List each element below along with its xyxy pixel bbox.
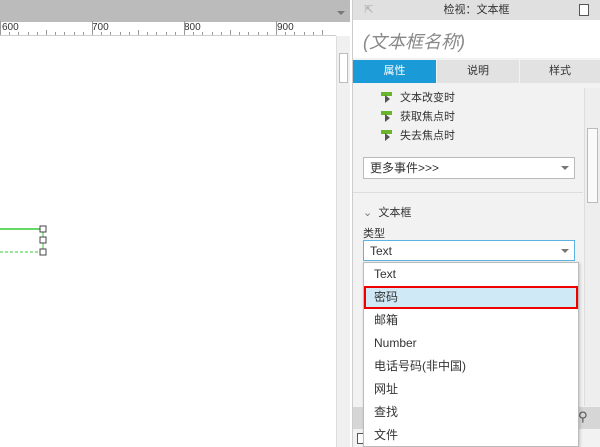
ruler-tick bbox=[128, 32, 130, 35]
ruler-tick bbox=[147, 32, 149, 35]
ruler-tick bbox=[73, 32, 75, 35]
ruler-tick bbox=[239, 32, 241, 35]
widget-name-input[interactable]: (文本框名称) bbox=[353, 20, 600, 58]
tab-notes[interactable]: 说明 bbox=[437, 60, 519, 83]
ruler-tick bbox=[303, 32, 305, 35]
ruler-tick bbox=[55, 32, 57, 35]
ruler-label: 600 bbox=[2, 22, 19, 33]
event-icon bbox=[381, 129, 392, 141]
section-title: 文本框 bbox=[378, 207, 412, 219]
scroll-thumb[interactable] bbox=[587, 128, 598, 203]
ruler-tick bbox=[184, 21, 185, 35]
event-label: 获取焦点时 bbox=[400, 111, 455, 123]
ruler-tick bbox=[18, 32, 20, 35]
section-textbox[interactable]: ⌄ 文本框 bbox=[363, 204, 483, 220]
resize-handle bbox=[39, 225, 47, 233]
panel-scrollbar[interactable] bbox=[584, 88, 600, 406]
tab-menu-dropdown-icon[interactable] bbox=[337, 11, 345, 15]
ruler-tick bbox=[119, 32, 121, 35]
type-dropdown-list: Text 密码 邮箱 Number 电话号码(非中国) 网址 查找 文件 bbox=[363, 262, 579, 447]
event-label: 文本改变时 bbox=[400, 92, 455, 104]
option-password[interactable]: 密码 bbox=[364, 286, 578, 309]
ruler-label: 900 bbox=[277, 22, 294, 33]
selected-textbox-widget[interactable] bbox=[0, 222, 60, 258]
type-value: Text bbox=[370, 244, 393, 258]
option-text[interactable]: Text bbox=[364, 263, 578, 286]
event-icon bbox=[381, 110, 392, 122]
event-item[interactable]: 失去焦点时 bbox=[381, 127, 531, 143]
type-select[interactable]: Text bbox=[363, 240, 575, 261]
ruler-label: 700 bbox=[92, 22, 109, 33]
ruler-label: 800 bbox=[184, 22, 201, 33]
pop-out-icon[interactable]: ⇱ bbox=[363, 0, 375, 20]
ruler-tick bbox=[248, 32, 250, 35]
ruler-tick bbox=[82, 32, 84, 35]
ruler-tick bbox=[46, 30, 47, 35]
option-phone[interactable]: 电话号码(非中国) bbox=[364, 355, 578, 378]
ruler-tick bbox=[156, 32, 158, 35]
tab-properties[interactable]: 属性 bbox=[353, 60, 436, 83]
event-label: 失去焦点时 bbox=[400, 130, 455, 142]
resize-handle bbox=[39, 248, 47, 256]
type-label: 类型 bbox=[363, 228, 385, 240]
page-icon[interactable] bbox=[579, 4, 589, 16]
ruler-tick bbox=[202, 32, 204, 35]
ruler-tick bbox=[276, 21, 277, 35]
event-item[interactable]: 文本改变时 bbox=[381, 89, 531, 105]
divider bbox=[353, 192, 583, 193]
ruler-tick bbox=[101, 32, 103, 35]
ruler-tick bbox=[174, 32, 176, 35]
ruler-tick bbox=[294, 32, 296, 35]
ruler-tick bbox=[92, 21, 93, 35]
ruler-tick bbox=[211, 32, 213, 35]
ruler-tick bbox=[285, 32, 287, 35]
canvas-vertical-scrollbar[interactable] bbox=[336, 36, 350, 447]
tab-style[interactable]: 样式 bbox=[520, 60, 600, 83]
ruler-tick bbox=[312, 32, 314, 35]
event-icon bbox=[381, 91, 392, 103]
scroll-thumb[interactable] bbox=[339, 53, 348, 83]
more-events-select[interactable]: 更多事件>>> bbox=[363, 157, 575, 179]
ruler-tick bbox=[27, 32, 29, 35]
ruler-tick bbox=[220, 32, 222, 35]
ruler-tick bbox=[0, 21, 1, 35]
horizontal-ruler: 600 700 800 900 bbox=[0, 21, 336, 36]
ruler-tick bbox=[138, 30, 139, 35]
option-email[interactable]: 邮箱 bbox=[364, 309, 578, 332]
ruler-tick bbox=[165, 32, 167, 35]
ruler-tick bbox=[193, 32, 195, 35]
ruler-tick bbox=[257, 32, 259, 35]
option-file[interactable]: 文件 bbox=[364, 424, 578, 447]
event-item[interactable]: 获取焦点时 bbox=[381, 108, 531, 124]
inspector-title: 检视：文本框 bbox=[443, 4, 510, 16]
ruler-tick bbox=[266, 32, 268, 35]
option-url[interactable]: 网址 bbox=[364, 378, 578, 401]
canvas-tab-bar bbox=[0, 0, 350, 22]
chevron-down-icon bbox=[561, 166, 569, 170]
ruler-tick bbox=[322, 30, 323, 35]
ruler-tick bbox=[64, 32, 66, 35]
option-search[interactable]: 查找 bbox=[364, 401, 578, 424]
more-events-label: 更多事件>>> bbox=[370, 161, 440, 175]
resize-handle bbox=[39, 236, 47, 244]
ruler-tick bbox=[9, 32, 11, 35]
chevron-down-icon: ⌄ bbox=[363, 207, 373, 219]
option-number[interactable]: Number bbox=[364, 332, 578, 355]
ruler-tick bbox=[230, 30, 231, 35]
search-icon[interactable]: ⚲ bbox=[578, 409, 592, 425]
inspector-header: ⇱ 检视：文本框 bbox=[353, 0, 600, 20]
ruler-tick bbox=[36, 32, 38, 35]
ruler-tick bbox=[110, 32, 112, 35]
chevron-down-icon bbox=[561, 249, 569, 253]
